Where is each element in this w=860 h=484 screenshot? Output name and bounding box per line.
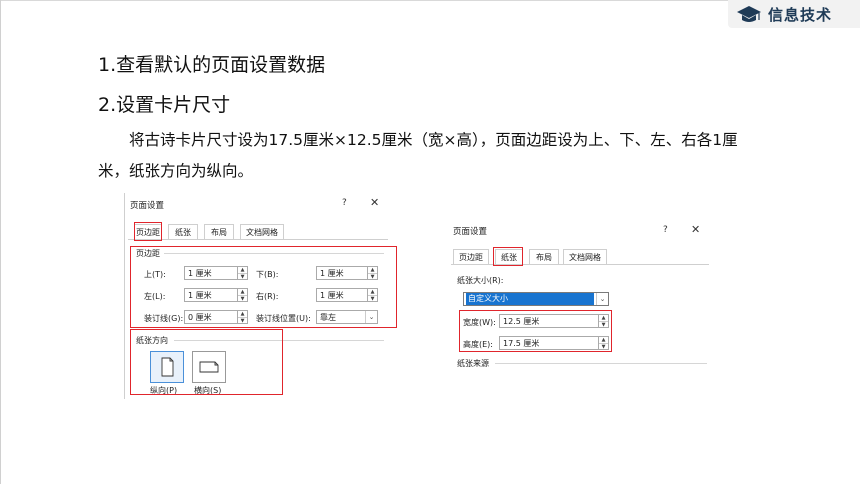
- instruction-paragraph: 将古诗卡片尺寸设为17.5厘米×12.5厘米（宽×高），页面边距设为上、下、左、…: [98, 131, 738, 180]
- close-icon[interactable]: ✕: [691, 223, 700, 236]
- tab-underline: [451, 264, 709, 265]
- section-rule: [495, 363, 707, 364]
- brand-text: 信息技术: [768, 5, 833, 24]
- paper-size-value: 自定义大小: [466, 293, 594, 305]
- help-icon[interactable]: ?: [342, 198, 347, 208]
- tab-margins[interactable]: 页边距: [453, 249, 489, 265]
- slide-left-border: [0, 0, 1, 484]
- highlight-margins-section: [130, 246, 397, 328]
- heading-1: 1.查看默认的页面设置数据: [98, 54, 326, 76]
- dialog-title: 页面设置: [130, 201, 165, 211]
- highlight-tab-paper: [493, 247, 523, 266]
- help-icon[interactable]: ?: [663, 225, 668, 235]
- close-icon[interactable]: ✕: [370, 196, 379, 209]
- page-setup-dialog-paper: 页面设置 ? ✕ 页边距 纸张 布局 文档网格 纸张大小(R): 自定义大小 ⌄…: [447, 219, 713, 369]
- tab-doc-grid[interactable]: 文档网格: [563, 249, 607, 265]
- dialog-title: 页面设置: [453, 227, 488, 237]
- tab-layout[interactable]: 布局: [529, 249, 559, 265]
- tab-underline: [128, 239, 388, 240]
- graduation-cap-icon: [737, 6, 761, 22]
- paper-size-select[interactable]: 自定义大小 ⌄: [463, 292, 609, 306]
- tab-paper[interactable]: 纸张: [168, 224, 198, 240]
- paper-size-label: 纸张大小(R):: [457, 276, 504, 285]
- highlight-orientation-section: [130, 329, 283, 395]
- page-setup-dialog-margins: 页面设置 ? ✕ 页边距 纸张 布局 文档网格 页边距 上(T): 1 厘米 ▲…: [124, 193, 397, 399]
- brand-badge: 信息技术: [728, 0, 860, 28]
- chevron-down-icon[interactable]: ⌄: [596, 293, 608, 305]
- dialog-left-edge: [124, 193, 125, 399]
- highlight-tab-margins: [134, 222, 162, 241]
- paper-source-label: 纸张来源: [457, 359, 489, 368]
- highlight-size-fields: [459, 310, 612, 352]
- tab-layout[interactable]: 布局: [204, 224, 234, 240]
- heading-2: 2.设置卡片尺寸: [98, 94, 231, 116]
- tab-doc-grid[interactable]: 文档网格: [240, 224, 284, 240]
